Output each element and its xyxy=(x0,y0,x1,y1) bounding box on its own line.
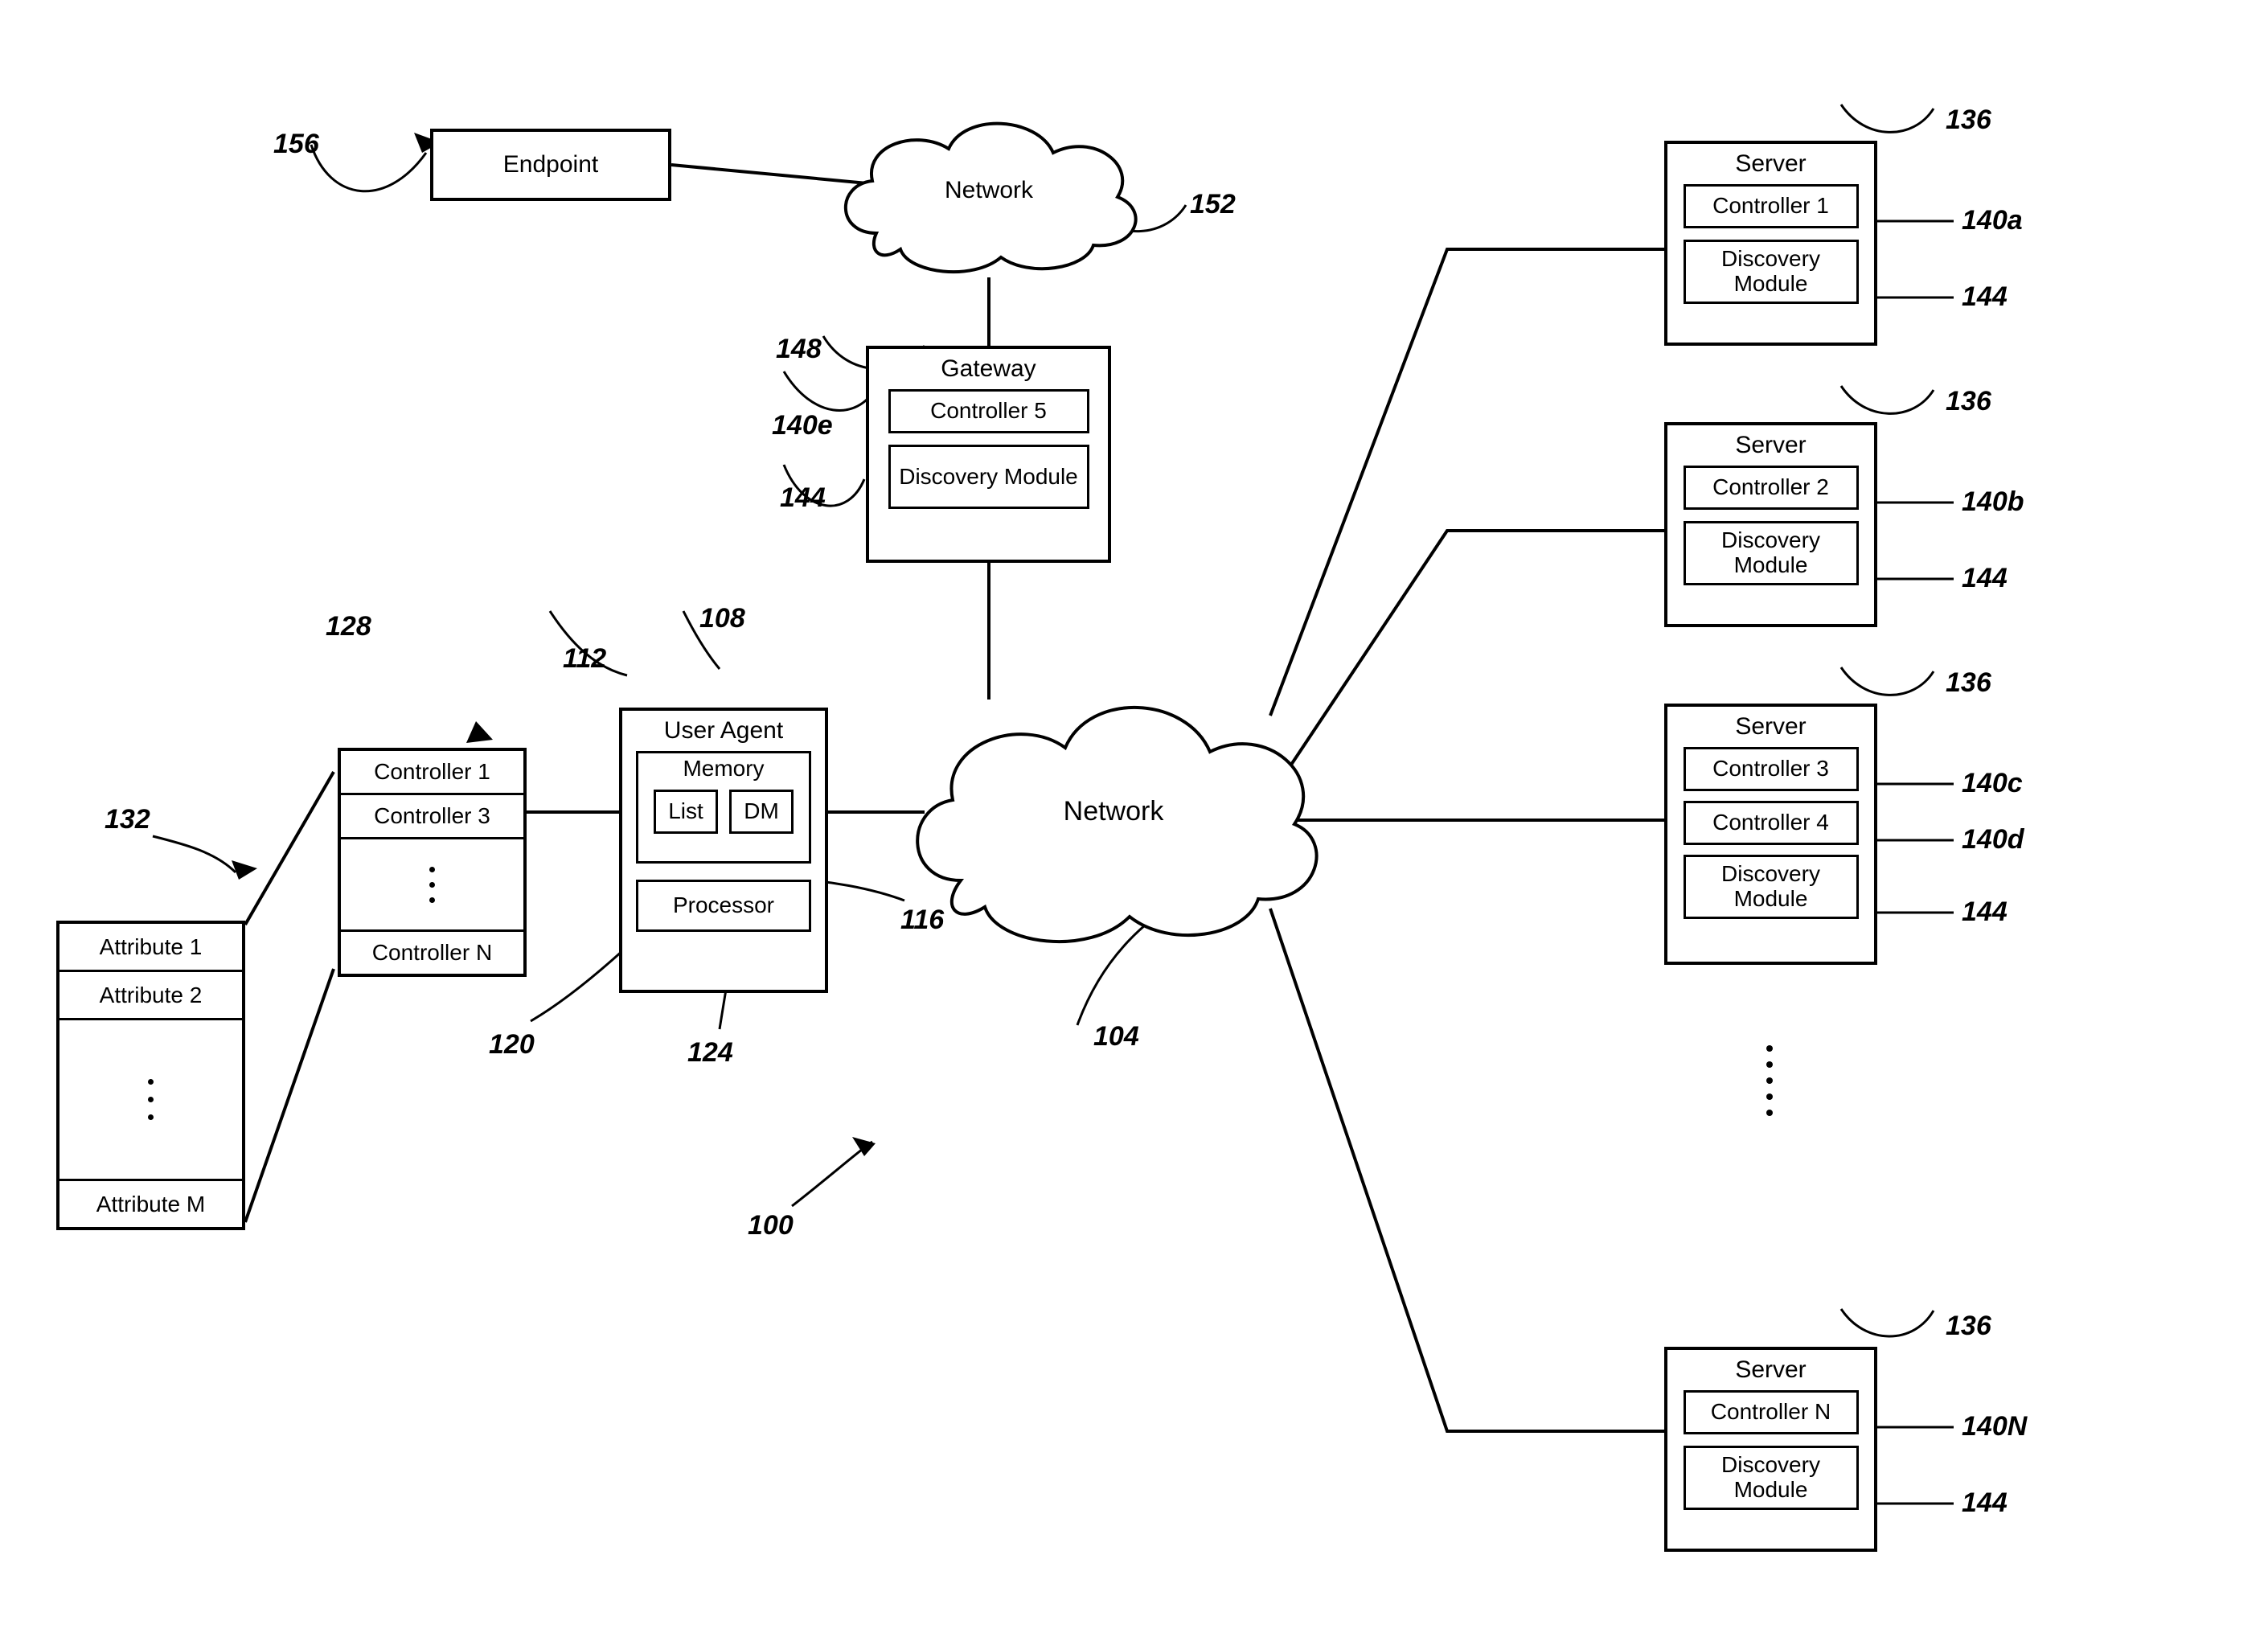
ref-136-n: 136 xyxy=(1946,1311,1991,1342)
server-3-controller-2: Controller 4 xyxy=(1684,801,1859,845)
ref-144-1: 144 xyxy=(1962,281,2008,313)
ref-140d: 140d xyxy=(1962,824,2024,855)
cloud-network-main: Network xyxy=(900,667,1327,965)
ref-132: 132 xyxy=(105,804,150,835)
attribute-ellipsis xyxy=(59,1020,242,1179)
controller-item-1: Controller 1 xyxy=(341,751,523,795)
ref-104: 104 xyxy=(1093,1021,1139,1052)
server-1-discovery: Discovery Module xyxy=(1684,240,1859,304)
controller-item-2: Controller 3 xyxy=(341,795,523,839)
ref-140b: 140b xyxy=(1962,486,2024,518)
server-box-n: Server Controller N Discovery Module xyxy=(1664,1347,1877,1552)
network-top-label: Network xyxy=(828,177,1150,204)
ref-140c: 140c xyxy=(1962,768,2023,799)
gateway-box: Gateway Controller 5 Discovery Module xyxy=(866,346,1111,563)
ref-112: 112 xyxy=(563,643,606,675)
memory-label: Memory xyxy=(683,757,764,790)
ref-140e: 140e xyxy=(772,410,833,441)
gateway-controller: Controller 5 xyxy=(888,389,1089,433)
user-agent-title: User Agent xyxy=(664,711,783,751)
server-box-3: Server Controller 3 Controller 4 Discove… xyxy=(1664,704,1877,965)
ref-144-3: 144 xyxy=(1962,897,2008,928)
ref-140N: 140N xyxy=(1962,1411,2027,1442)
server-n-discovery: Discovery Module xyxy=(1684,1446,1859,1510)
ref-100: 100 xyxy=(748,1210,794,1241)
server-ellipsis xyxy=(1766,1045,1773,1116)
controller-list-box: Controller 1 Controller 3 Controller N xyxy=(338,748,527,977)
server-1-title: Server xyxy=(1735,144,1806,184)
server-3-controller-1: Controller 3 xyxy=(1684,747,1859,791)
attribute-item-1: Attribute 1 xyxy=(59,924,242,972)
server-box-2: Server Controller 2 Discovery Module xyxy=(1664,422,1877,627)
ref-144-n: 144 xyxy=(1962,1487,2008,1519)
attribute-list-box: Attribute 1 Attribute 2 Attribute M xyxy=(56,921,245,1230)
ref-144-2: 144 xyxy=(1962,563,2008,594)
controller-item-n: Controller N xyxy=(341,929,523,974)
ref-144-gw: 144 xyxy=(780,482,826,514)
gateway-title: Gateway xyxy=(941,349,1036,389)
ref-136-3: 136 xyxy=(1946,667,1991,699)
ref-128: 128 xyxy=(326,611,371,642)
server-2-discovery: Discovery Module xyxy=(1684,521,1859,585)
ref-108: 108 xyxy=(699,603,745,634)
ref-152: 152 xyxy=(1190,189,1236,220)
server-3-title: Server xyxy=(1735,707,1806,747)
attribute-item-2: Attribute 2 xyxy=(59,972,242,1020)
controller-ellipsis xyxy=(341,839,523,929)
server-n-title: Server xyxy=(1735,1350,1806,1390)
ref-120: 120 xyxy=(489,1029,535,1061)
server-2-title: Server xyxy=(1735,425,1806,466)
memory-box: Memory List DM xyxy=(636,751,811,864)
endpoint-label: Endpoint xyxy=(503,151,598,178)
ref-136-1: 136 xyxy=(1946,105,1991,136)
server-n-controller: Controller N xyxy=(1684,1390,1859,1434)
server-box-1: Server Controller 1 Discovery Module xyxy=(1664,141,1877,346)
endpoint-box: Endpoint xyxy=(430,129,671,201)
ref-116: 116 xyxy=(900,905,944,936)
ref-140a: 140a xyxy=(1962,205,2023,236)
attribute-item-m: Attribute M xyxy=(59,1179,242,1227)
ref-136-2: 136 xyxy=(1946,386,1991,417)
dm-box: DM xyxy=(729,790,794,834)
processor-box: Processor xyxy=(636,880,811,932)
list-box: List xyxy=(654,790,718,834)
cloud-network-top: Network xyxy=(828,96,1150,281)
server-1-controller-1: Controller 1 xyxy=(1684,184,1859,228)
user-agent-box: User Agent Memory List DM Processor xyxy=(619,708,828,993)
server-2-controller-1: Controller 2 xyxy=(1684,466,1859,510)
network-main-label: Network xyxy=(900,796,1327,827)
ref-156: 156 xyxy=(273,129,319,160)
gateway-discovery: Discovery Module xyxy=(888,445,1089,509)
ref-148: 148 xyxy=(776,334,822,365)
ref-124: 124 xyxy=(687,1037,733,1069)
server-3-discovery: Discovery Module xyxy=(1684,855,1859,919)
